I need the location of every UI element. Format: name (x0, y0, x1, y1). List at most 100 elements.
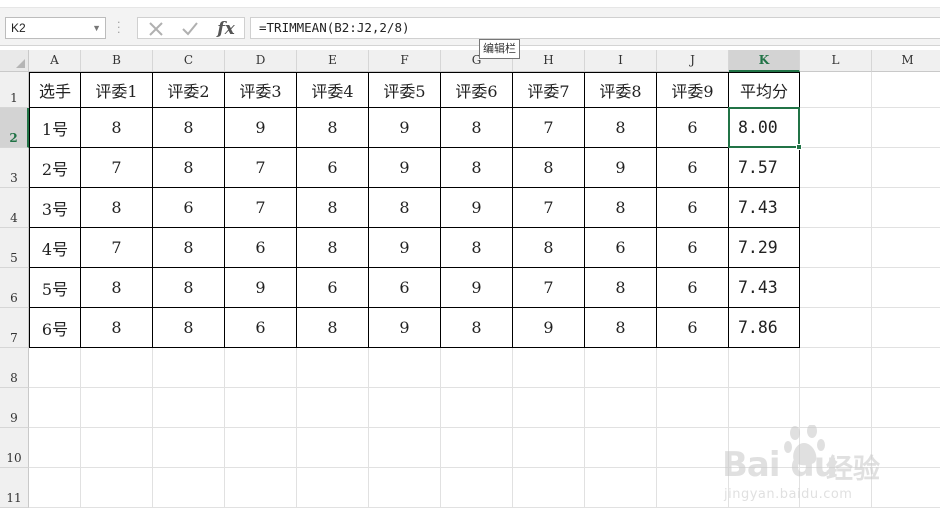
cell-e3[interactable]: 6 (297, 148, 369, 188)
cell-d3[interactable]: 7 (225, 148, 297, 188)
cell-c2[interactable]: 8 (153, 108, 225, 148)
cell-l5[interactable] (800, 228, 872, 268)
cell-a1[interactable]: 选手 (29, 72, 81, 108)
cell-b9[interactable] (81, 388, 153, 428)
cell-d2[interactable]: 9 (225, 108, 297, 148)
cell-f3[interactable]: 9 (369, 148, 441, 188)
cell-a5[interactable]: 4号 (29, 228, 81, 268)
cell-l7[interactable] (800, 308, 872, 348)
cell-k2[interactable]: 8.00 (729, 108, 800, 148)
cell-m5[interactable] (872, 228, 940, 268)
cell-f6[interactable]: 6 (369, 268, 441, 308)
cell-l2[interactable] (800, 108, 872, 148)
cell-j1[interactable]: 评委9 (657, 72, 729, 108)
cell-k6[interactable]: 7.43 (729, 268, 800, 308)
cell-a3[interactable]: 2号 (29, 148, 81, 188)
cell-c10[interactable] (153, 428, 225, 468)
cell-a10[interactable] (29, 428, 81, 468)
cell-d8[interactable] (225, 348, 297, 388)
cell-c3[interactable]: 8 (153, 148, 225, 188)
cell-g1[interactable]: 评委6 (441, 72, 513, 108)
cell-b1[interactable]: 评委1 (81, 72, 153, 108)
row-header-10[interactable]: 10 (0, 428, 29, 468)
check-icon[interactable] (176, 19, 204, 39)
cell-l1[interactable] (800, 72, 872, 108)
cell-e2[interactable]: 8 (297, 108, 369, 148)
row-header-2[interactable]: 2 (0, 108, 29, 148)
cell-h1[interactable]: 评委7 (513, 72, 585, 108)
fill-handle[interactable] (796, 144, 802, 150)
cell-e7[interactable]: 8 (297, 308, 369, 348)
cell-j2[interactable]: 6 (657, 108, 729, 148)
cell-f1[interactable]: 评委5 (369, 72, 441, 108)
cell-a6[interactable]: 5号 (29, 268, 81, 308)
cell-g5[interactable]: 8 (441, 228, 513, 268)
column-header-h[interactable]: H (513, 50, 585, 72)
cell-k4[interactable]: 7.43 (729, 188, 800, 228)
cell-h7[interactable]: 9 (513, 308, 585, 348)
cell-i1[interactable]: 评委8 (585, 72, 657, 108)
cell-j5[interactable]: 6 (657, 228, 729, 268)
cell-g10[interactable] (441, 428, 513, 468)
cell-a9[interactable] (29, 388, 81, 428)
cell-m2[interactable] (872, 108, 940, 148)
row-header-4[interactable]: 4 (0, 188, 29, 228)
column-header-k[interactable]: K (729, 50, 800, 72)
row-header-8[interactable]: 8 (0, 348, 29, 388)
cell-m7[interactable] (872, 308, 940, 348)
cell-l3[interactable] (800, 148, 872, 188)
select-all-button[interactable] (0, 50, 29, 72)
cell-m6[interactable] (872, 268, 940, 308)
column-header-d[interactable]: D (225, 50, 297, 72)
cell-g6[interactable]: 9 (441, 268, 513, 308)
cell-c1[interactable]: 评委2 (153, 72, 225, 108)
cell-e8[interactable] (297, 348, 369, 388)
cell-h8[interactable] (513, 348, 585, 388)
cell-g7[interactable]: 8 (441, 308, 513, 348)
cell-d11[interactable] (225, 468, 297, 508)
cell-h4[interactable]: 7 (513, 188, 585, 228)
cell-k9[interactable] (729, 388, 800, 428)
close-icon[interactable] (142, 19, 170, 39)
cell-a11[interactable] (29, 468, 81, 508)
cell-m9[interactable] (872, 388, 940, 428)
cell-d7[interactable]: 6 (225, 308, 297, 348)
cell-d6[interactable]: 9 (225, 268, 297, 308)
formula-input[interactable]: =TRIMMEAN(B2:J2,2/8) (250, 17, 940, 39)
row-header-5[interactable]: 5 (0, 228, 29, 268)
cell-k5[interactable]: 7.29 (729, 228, 800, 268)
cell-i7[interactable]: 8 (585, 308, 657, 348)
cell-b5[interactable]: 7 (81, 228, 153, 268)
cell-j9[interactable] (657, 388, 729, 428)
column-header-m[interactable]: M (872, 50, 940, 72)
cell-k8[interactable] (729, 348, 800, 388)
cell-j8[interactable] (657, 348, 729, 388)
row-header-11[interactable]: 11 (0, 468, 29, 508)
cell-c9[interactable] (153, 388, 225, 428)
cell-j3[interactable]: 6 (657, 148, 729, 188)
cell-h5[interactable]: 8 (513, 228, 585, 268)
row-header-9[interactable]: 9 (0, 388, 29, 428)
cell-b6[interactable]: 8 (81, 268, 153, 308)
cell-i2[interactable]: 8 (585, 108, 657, 148)
cell-f7[interactable]: 9 (369, 308, 441, 348)
cell-d5[interactable]: 6 (225, 228, 297, 268)
cell-d10[interactable] (225, 428, 297, 468)
column-header-j[interactable]: J (657, 50, 729, 72)
cell-d9[interactable] (225, 388, 297, 428)
cell-b4[interactable]: 8 (81, 188, 153, 228)
cell-f11[interactable] (369, 468, 441, 508)
cell-h2[interactable]: 7 (513, 108, 585, 148)
cell-c6[interactable]: 8 (153, 268, 225, 308)
cell-m3[interactable] (872, 148, 940, 188)
cell-e9[interactable] (297, 388, 369, 428)
row-header-6[interactable]: 6 (0, 268, 29, 308)
cell-b11[interactable] (81, 468, 153, 508)
cell-h9[interactable] (513, 388, 585, 428)
cell-k3[interactable]: 7.57 (729, 148, 800, 188)
cell-h11[interactable] (513, 468, 585, 508)
row-header-3[interactable]: 3 (0, 148, 29, 188)
cell-i8[interactable] (585, 348, 657, 388)
cell-l8[interactable] (800, 348, 872, 388)
insert-function-button[interactable]: fx (212, 19, 240, 39)
